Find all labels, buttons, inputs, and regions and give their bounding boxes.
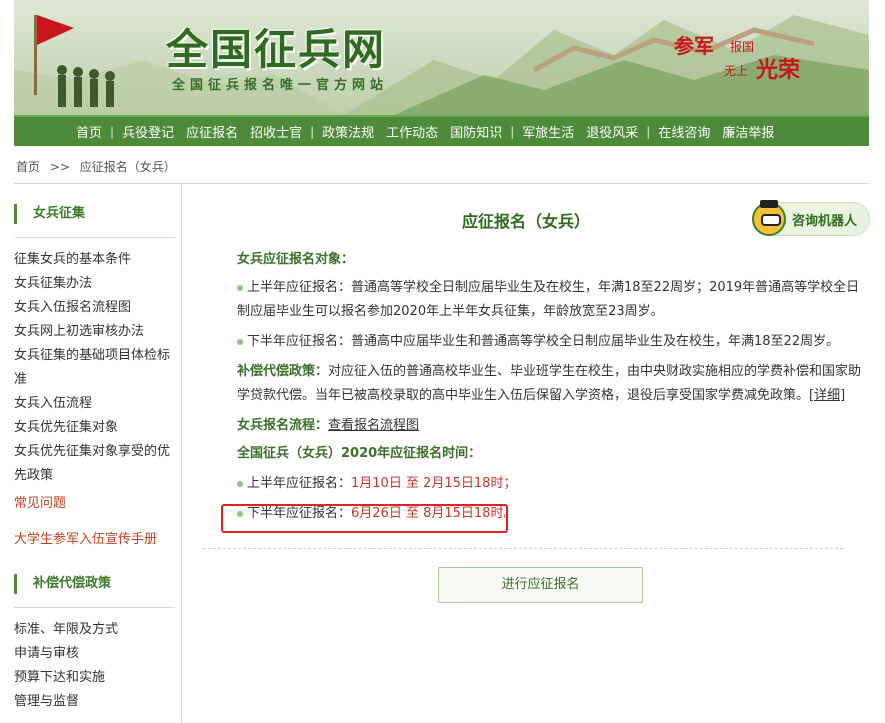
objects-heading: 女兵应征报名对象：: [237, 252, 355, 267]
nav-item-report[interactable]: 廉洁举报: [716, 122, 780, 141]
time-first-half: 上半年应征报名：1月10日 至 2月15日18时；: [237, 472, 867, 496]
sidebar-link-basic-conditions[interactable]: 征集女兵的基本条件: [14, 248, 181, 272]
main-nav: 首页 | 兵役登记 应征报名 招收士官 | 政策法规 工作动态 国防知识 | 军…: [14, 115, 869, 146]
nav-item-news[interactable]: 工作动态: [380, 122, 444, 141]
time-first-value: 1月10日 至 2月15日18时；: [351, 476, 517, 491]
sidebar-link-process[interactable]: 女兵入伍流程: [14, 392, 181, 416]
sidebar-heading-female-recruit: 女兵征集: [14, 204, 181, 224]
header-banner: 全国征兵网 全国征兵报名唯一官方网站 参军 报国 无上 光荣: [14, 0, 869, 115]
nav-item-home[interactable]: 首页: [70, 122, 108, 141]
nav-separator: |: [310, 124, 315, 139]
robot-icon: [752, 200, 786, 236]
robot-label: 咨询机器人: [792, 213, 858, 229]
slogan-part: 光荣: [756, 57, 801, 83]
nav-item-consult[interactable]: 在线咨询: [652, 122, 716, 141]
compensation-label: 补偿代偿政策：: [237, 364, 329, 379]
first-half-text: 上半年应征报名：普通高等学校全日制应届毕业生及在校生，年满18至22周岁；201…: [237, 280, 860, 319]
bullet-icon: [237, 284, 243, 291]
second-half-text: 下半年应征报名：普通高中应届毕业生和普通高等学校全日制应届毕业生及在校生，年满1…: [247, 334, 840, 349]
slogan: 参军 报国 无上 光荣: [674, 30, 824, 90]
bullet-icon: [237, 338, 243, 345]
sidebar-link-medical-standard[interactable]: 女兵征集的基础项目体检标准: [14, 344, 181, 392]
compensation-text: 对应征入伍的普通高校毕业生、毕业班学生在校生，由中央财政实施相应的学费补偿和国家…: [237, 364, 862, 403]
nav-item-registration[interactable]: 兵役登记: [116, 122, 180, 141]
sidebar-link-faq[interactable]: 常见问题: [14, 492, 181, 516]
consult-robot-button[interactable]: 咨询机器人: [752, 200, 870, 236]
slogan-part: 无上: [724, 64, 749, 78]
flowchart-link[interactable]: 查看报名流程图: [328, 418, 419, 433]
time-heading: 全国征兵（女兵）2020年应征报名时间：: [237, 446, 482, 461]
slogan-part: 参军: [674, 34, 714, 58]
main-content: 应征报名（女兵） 咨询机器人 女兵应征报名对象： 上半年应征报名：普通高等学校全…: [183, 184, 870, 723]
sidebar-link-recruit-method[interactable]: 女兵征集办法: [14, 272, 181, 296]
sidebar: 女兵征集 征集女兵的基本条件 女兵征集办法 女兵入伍报名流程图 女兵网上初选审核…: [14, 184, 182, 723]
sidebar-link-priority[interactable]: 女兵优先征集对象: [14, 416, 181, 440]
second-half-paragraph: 下半年应征报名：普通高中应届毕业生和普通高等学校全日制应届毕业生及在校生，年满1…: [237, 330, 867, 354]
nav-item-enlistment[interactable]: 应征报名: [180, 122, 244, 141]
dashed-divider: [203, 548, 843, 549]
nav-item-defense[interactable]: 国防知识: [444, 122, 508, 141]
apply-button[interactable]: 进行应征报名: [438, 567, 643, 603]
divider: [14, 237, 175, 238]
sidebar-link-online-review[interactable]: 女兵网上初选审核办法: [14, 320, 181, 344]
nav-item-military-life[interactable]: 军旅生活: [516, 122, 580, 141]
highlight-box: [221, 504, 508, 533]
bullet-icon: [237, 480, 243, 487]
process-paragraph: 女兵报名流程：查看报名流程图: [237, 414, 867, 438]
sidebar-link-supervision[interactable]: 管理与监督: [14, 690, 181, 714]
site-title: 全国征兵网: [166, 25, 387, 74]
slogan-part: 报国: [730, 40, 755, 54]
nav-separator: |: [110, 124, 115, 139]
nav-separator: |: [646, 124, 651, 139]
sidebar-heading-compensation: 补偿代偿政策: [14, 574, 181, 594]
sidebar-link-priority-policy[interactable]: 女兵优先征集对象享受的优先政策: [14, 440, 181, 488]
nav-item-nco[interactable]: 招收士官: [244, 122, 308, 141]
first-half-paragraph: 上半年应征报名：普通高等学校全日制应届毕业生及在校生，年满18至22周岁；201…: [237, 276, 867, 324]
time-first-label: 上半年应征报名：: [247, 476, 352, 491]
detail-link[interactable]: [详细]: [809, 388, 845, 403]
breadcrumb-separator: >>: [49, 160, 70, 174]
sidebar-link-flowchart[interactable]: 女兵入伍报名流程图: [14, 296, 181, 320]
sidebar-link-standard[interactable]: 标准、年限及方式: [14, 618, 181, 642]
nav-item-veterans[interactable]: 退役风采: [580, 122, 644, 141]
nav-item-policy[interactable]: 政策法规: [316, 122, 380, 141]
divider: [14, 607, 175, 608]
breadcrumb-home[interactable]: 首页: [16, 160, 40, 174]
breadcrumb: 首页 >> 应征报名（女兵）: [16, 158, 182, 175]
process-label: 女兵报名流程：: [237, 418, 329, 433]
nav-separator: |: [510, 124, 515, 139]
content-body: 女兵应征报名对象： 上半年应征报名：普通高等学校全日制应届毕业生及在校生，年满1…: [237, 248, 867, 528]
sidebar-link-budget[interactable]: 预算下达和实施: [14, 666, 181, 690]
breadcrumb-current: 应征报名（女兵）: [79, 160, 176, 174]
compensation-paragraph: 补偿代偿政策：对应征入伍的普通高校毕业生、毕业班学生在校生，由中央财政实施相应的…: [237, 360, 867, 408]
site-subtitle: 全国征兵报名唯一官方网站: [172, 78, 389, 93]
sidebar-link-apply-review[interactable]: 申请与审核: [14, 642, 181, 666]
sidebar-link-handbook[interactable]: 大学生参军入伍宣传手册: [14, 528, 181, 552]
